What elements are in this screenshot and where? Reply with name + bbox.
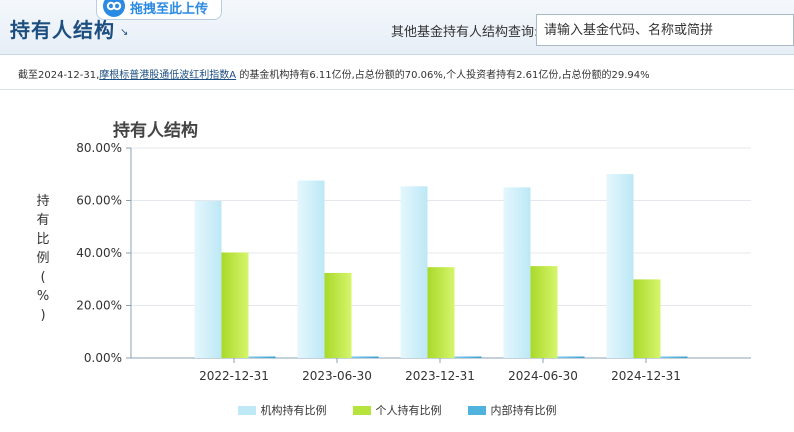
legend-swatch	[467, 405, 486, 415]
chart-legend: 机构持有比例 个人持有比例 内部持有比例	[0, 402, 794, 418]
bar-institution	[503, 187, 531, 358]
x-tick-label: 2024-06-30	[508, 369, 578, 383]
bar-insider	[351, 356, 379, 358]
bar-individual	[633, 279, 661, 358]
bar-institution	[400, 186, 428, 358]
bar-institution	[194, 201, 222, 358]
bar-insider	[454, 356, 482, 358]
y-tick-label: 40.00%	[76, 246, 122, 260]
bar-institution	[297, 180, 325, 358]
legend-swatch	[237, 405, 256, 415]
y-tick-label: 0.00%	[84, 351, 122, 365]
x-tick-label: 2023-12-31	[405, 369, 475, 383]
x-tick-label: 2023-06-30	[302, 369, 372, 383]
bar-individual	[324, 272, 352, 358]
legend-item[interactable]: 个人持有比例	[352, 402, 442, 418]
legend-item[interactable]: 机构持有比例	[237, 402, 327, 418]
x-tick-label: 2024-12-31	[611, 369, 681, 383]
bar-institution	[606, 174, 634, 358]
y-tick-label: 80.00%	[76, 141, 122, 155]
legend-label: 个人持有比例	[375, 404, 442, 417]
y-tick-label: 60.00%	[76, 194, 122, 208]
legend-label: 内部持有比例	[490, 404, 557, 417]
legend-item[interactable]: 内部持有比例	[467, 402, 557, 418]
y-tick-label: 20.00%	[76, 299, 122, 313]
bar-individual	[221, 252, 249, 358]
legend-label: 机构持有比例	[260, 404, 327, 417]
bar-individual	[530, 266, 558, 358]
x-tick-label: 2022-12-31	[199, 369, 269, 383]
legend-swatch	[352, 405, 371, 415]
bar-insider	[660, 356, 688, 358]
bar-individual	[427, 267, 455, 358]
bar-insider	[557, 356, 585, 358]
bar-insider	[248, 356, 276, 358]
holder-structure-chart: 0.00% 20.00% 40.00% 60.00% 80.00% 2022-12-31 2…	[76, 141, 751, 383]
